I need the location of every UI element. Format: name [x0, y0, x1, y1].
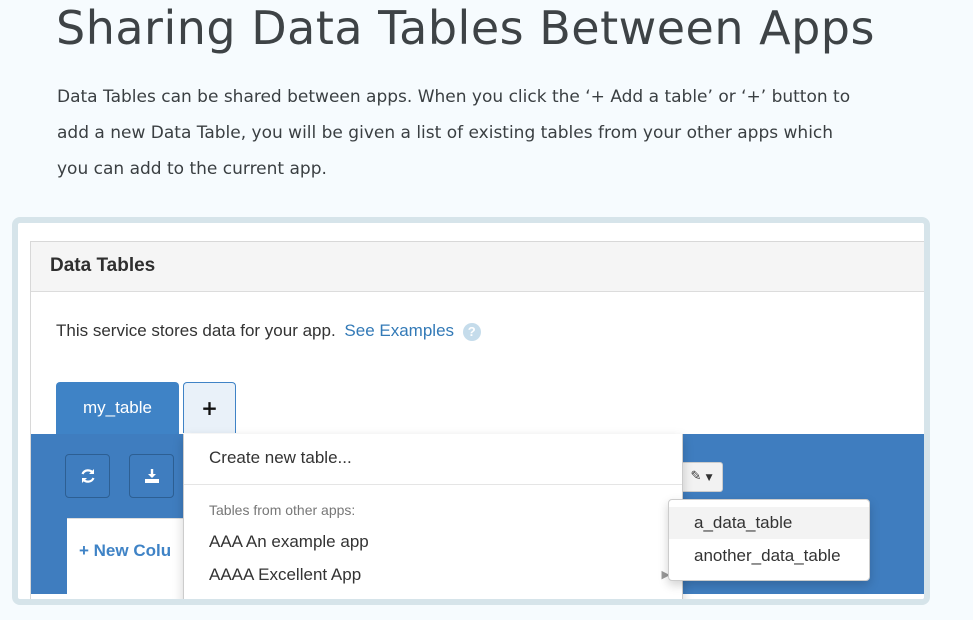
refresh-button[interactable] — [65, 454, 110, 498]
add-table-dropdown: Create new table... Tables from other ap… — [183, 434, 683, 599]
refresh-icon — [80, 469, 95, 483]
service-description: This service stores data for your app. S… — [56, 321, 481, 341]
submenu-table-item[interactable]: a_data_table — [669, 507, 869, 539]
app-menu-item[interactable]: AAAA Excellent App — [209, 565, 361, 585]
pencil-icon: ✎ — [690, 469, 702, 484]
app-menu-item[interactable]: AAA An example app — [209, 532, 369, 552]
panel-heading: Data Tables — [31, 242, 924, 292]
intro-line: Data Tables can be shared between apps. … — [57, 87, 851, 107]
page-title: Sharing Data Tables Between Apps — [56, 1, 875, 55]
dropdown-divider — [184, 484, 682, 485]
other-apps-header: Tables from other apps: — [209, 502, 356, 518]
table-content: + New Colu — [67, 518, 187, 599]
download-button[interactable] — [129, 454, 174, 498]
screenshot-frame: Data Tables This service stores data for… — [12, 217, 930, 605]
intro-line: add a new Data Table, you will be given … — [57, 123, 834, 143]
create-new-table-item[interactable]: Create new table... — [209, 448, 352, 468]
edit-table-button[interactable]: ✎ ▼ — [680, 462, 723, 492]
intro-line: you can add to the current app. — [57, 159, 327, 179]
question-circle-icon[interactable]: ? — [462, 322, 481, 341]
tab-my-table[interactable]: my_table — [56, 382, 179, 434]
service-description-text: This service stores data for your app. — [56, 321, 336, 340]
see-examples-link[interactable]: See Examples — [344, 321, 454, 340]
chevron-down-icon: ▼ — [705, 473, 713, 483]
new-column-button[interactable]: + New Colu — [79, 541, 171, 561]
add-table-button[interactable]: + — [183, 382, 236, 433]
app-tables-submenu: a_data_table another_data_table — [668, 499, 870, 581]
submenu-table-item[interactable]: another_data_table — [669, 540, 869, 572]
intro-paragraph: Data Tables can be shared between apps. … — [57, 79, 917, 187]
download-icon — [144, 469, 159, 483]
